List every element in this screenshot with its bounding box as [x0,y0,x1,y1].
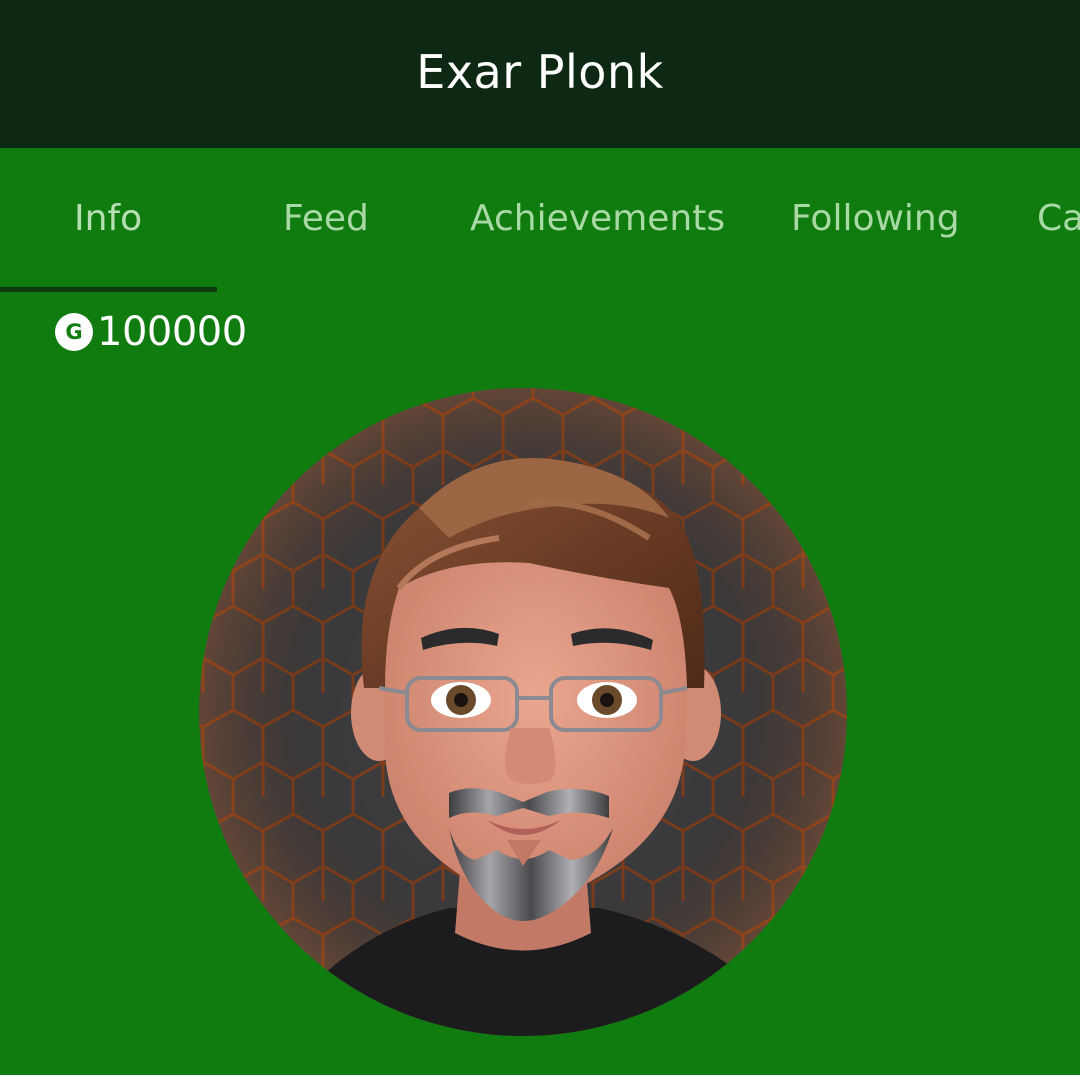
active-tab-indicator [0,287,217,292]
tab-following[interactable]: Following [791,198,960,239]
tab-captures-partial[interactable]: Ca [1037,198,1080,239]
tab-achievements[interactable]: Achievements [470,198,725,239]
gamerscore-icon: G [55,313,93,351]
tab-bar: Info Feed Achievements Following Ca [0,148,1080,294]
gamerscore-value: 100000 [97,309,247,355]
avatar[interactable] [199,388,847,1036]
title-bar: Exar Plonk [0,0,1080,148]
tab-feed[interactable]: Feed [283,198,369,239]
tab-info[interactable]: Info [74,198,142,239]
page-title: Exar Plonk [416,45,664,99]
gamerscore: G 100000 [55,308,247,356]
avatar-image [199,388,847,1036]
